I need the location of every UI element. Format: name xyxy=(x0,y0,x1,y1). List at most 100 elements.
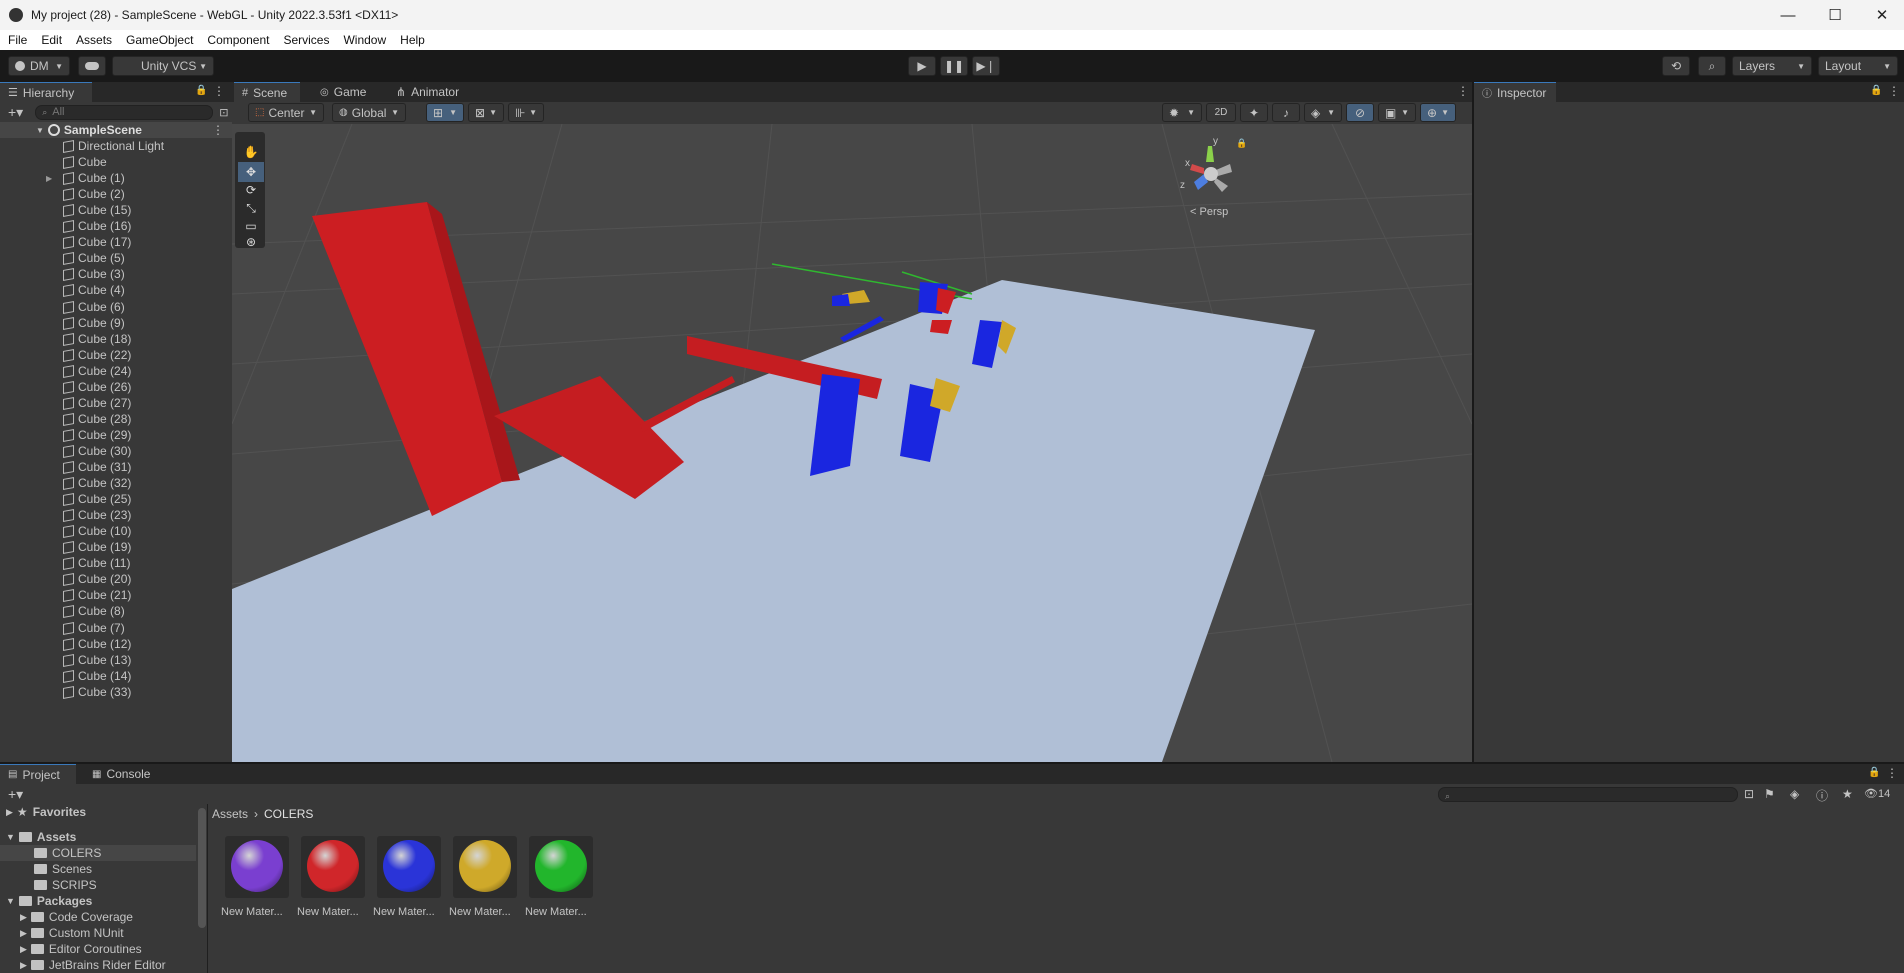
hierarchy-item[interactable]: Directional Light xyxy=(0,138,232,154)
tree-folder-scenes[interactable]: Scenes xyxy=(34,861,92,877)
create-button[interactable]: +▾ xyxy=(8,786,23,803)
hierarchy-item[interactable]: Cube (29) xyxy=(0,427,232,443)
space-dropdown[interactable]: ◍ Global ▼ xyxy=(332,103,406,122)
expand-arrow-icon[interactable]: ▼ xyxy=(6,832,15,842)
tab-game[interactable]: ◎ Game xyxy=(312,82,380,102)
transform-tool-icon[interactable]: ⊛ xyxy=(238,232,264,252)
hierarchy-item[interactable]: Cube (3) xyxy=(0,266,232,282)
undo-history-button[interactable]: ⟲ xyxy=(1662,56,1690,76)
projection-toggle[interactable]: < Persp xyxy=(1190,206,1228,218)
menu-gameobject[interactable]: GameObject xyxy=(118,33,199,47)
tab-hierarchy[interactable]: ☰ Hierarchy xyxy=(0,82,92,102)
step-button[interactable]: ▶❘ xyxy=(972,56,1000,76)
hierarchy-item[interactable]: Cube (2) xyxy=(0,186,232,202)
layers-dropdown[interactable]: Layers ▼ xyxy=(1732,56,1812,76)
gizmos-dropdown[interactable]: ⊕ ▼ xyxy=(1420,103,1456,122)
snap-settings-toggle[interactable]: ⊪ ▼ xyxy=(508,103,544,122)
lock-icon[interactable]: 🔒 xyxy=(1868,767,1880,778)
hierarchy-item[interactable]: Cube (23) xyxy=(0,507,232,523)
hierarchy-item[interactable]: Cube xyxy=(0,154,232,170)
hierarchy-item[interactable]: Cube (17) xyxy=(0,234,232,250)
hierarchy-item[interactable]: Cube (31) xyxy=(0,459,232,475)
menu-help[interactable]: Help xyxy=(392,33,431,47)
hierarchy-search-input[interactable] xyxy=(52,106,193,118)
tree-folder-colers[interactable]: COLERS xyxy=(0,845,196,861)
tree-package-code-coverage[interactable]: ▶ Code Coverage xyxy=(20,909,133,925)
camera-dropdown[interactable]: ▣ ▼ xyxy=(1378,103,1416,122)
hierarchy-item[interactable]: Cube (28) xyxy=(0,411,232,427)
hierarchy-item[interactable]: Cube (16) xyxy=(0,218,232,234)
draw-mode-dropdown[interactable]: ✹ ▼ xyxy=(1162,103,1202,122)
add-button[interactable]: +▾ xyxy=(8,104,23,121)
warning-icon[interactable]: ⓘ xyxy=(1816,787,1828,804)
material-asset[interactable] xyxy=(377,836,441,898)
hierarchy-item[interactable]: Cube (26) xyxy=(0,379,232,395)
material-asset[interactable] xyxy=(301,836,365,898)
panel-menu-icon[interactable]: ⋮ xyxy=(1888,84,1900,98)
expand-arrow-icon[interactable]: ▶ xyxy=(46,174,62,183)
tab-project[interactable]: ▤ Project xyxy=(0,764,76,784)
tab-scene[interactable]: # Scene xyxy=(234,82,300,102)
hierarchy-item[interactable]: Cube (22) xyxy=(0,347,232,363)
scene-viewport[interactable]: ✋ ✥ ⟳ ⤡ ▭ ⊛ y x z 🔒 < Persp xyxy=(232,124,1472,762)
tree-package-rider[interactable]: ▶ JetBrains Rider Editor xyxy=(20,957,166,973)
expand-arrow-icon[interactable]: ▶ xyxy=(20,960,27,971)
hierarchy-item[interactable]: Cube (11) xyxy=(0,555,232,571)
lock-icon[interactable]: 🔒 xyxy=(195,85,207,96)
label-icon[interactable]: ◈ xyxy=(1790,787,1799,801)
hierarchy-item[interactable]: Cube (15) xyxy=(0,202,232,218)
hierarchy-item[interactable]: Cube (25) xyxy=(0,491,232,507)
filter-icon[interactable]: ⚑ xyxy=(1764,787,1775,801)
lighting-toggle[interactable]: ✦ xyxy=(1240,103,1268,122)
hierarchy-item[interactable]: Cube (20) xyxy=(0,571,232,587)
hierarchy-search[interactable]: ⌕ xyxy=(35,104,214,120)
hierarchy-item[interactable]: Cube (13) xyxy=(0,652,232,668)
menu-services[interactable]: Services xyxy=(275,33,335,47)
hierarchy-item[interactable]: Cube (9) xyxy=(0,315,232,331)
move-tool-icon[interactable]: ✥ xyxy=(238,162,264,182)
expand-arrow-icon[interactable]: ▼ xyxy=(36,126,44,135)
minimize-button[interactable]: — xyxy=(1766,0,1810,30)
lock-icon[interactable]: 🔒 xyxy=(1870,85,1882,96)
scene-menu-icon[interactable]: ⋮ xyxy=(212,123,224,137)
tree-assets[interactable]: ▼ Assets xyxy=(6,829,76,845)
audio-toggle[interactable]: ♪ xyxy=(1272,103,1300,122)
hand-tool-icon[interactable]: ✋ xyxy=(238,142,264,162)
material-asset[interactable] xyxy=(453,836,517,898)
hierarchy-item[interactable]: Cube (24) xyxy=(0,363,232,379)
hierarchy-item[interactable]: Cube (33) xyxy=(0,684,232,700)
menu-window[interactable]: Window xyxy=(335,33,392,47)
hierarchy-item[interactable]: Cube (14) xyxy=(0,668,232,684)
breadcrumb-assets[interactable]: Assets xyxy=(212,807,248,821)
breadcrumb-colers[interactable]: COLERS xyxy=(264,807,313,821)
menu-component[interactable]: Component xyxy=(199,33,275,47)
layout-dropdown[interactable]: Layout ▼ xyxy=(1818,56,1898,76)
effects-dropdown[interactable]: ◈ ▼ xyxy=(1304,103,1342,122)
menu-file[interactable]: File xyxy=(0,33,33,47)
snap-increment-toggle[interactable]: ⊠ ▼ xyxy=(468,103,504,122)
maximize-button[interactable]: ☐ xyxy=(1813,0,1857,30)
tree-package-editor-coroutines[interactable]: ▶ Editor Coroutines xyxy=(20,941,142,957)
hierarchy-item[interactable]: Cube (18) xyxy=(0,331,232,347)
scene-root-row[interactable]: ▼ SampleScene ⋮ xyxy=(0,122,232,138)
pause-button[interactable]: ❚❚ xyxy=(940,56,968,76)
hierarchy-item[interactable]: Cube (32) xyxy=(0,475,232,491)
vcs-dropdown[interactable]: Unity VCS ▼ xyxy=(112,56,214,76)
search-by-type-icon[interactable]: ⊡ xyxy=(1744,787,1754,801)
search-button[interactable]: ⌕ xyxy=(1698,56,1726,76)
expand-arrow-icon[interactable]: ▶ xyxy=(20,912,27,923)
hierarchy-item[interactable]: Cube (30) xyxy=(0,443,232,459)
favorite-icon[interactable]: ★ xyxy=(1842,787,1853,801)
hierarchy-item[interactable]: Cube (7) xyxy=(0,620,232,636)
menu-assets[interactable]: Assets xyxy=(68,33,118,47)
rotate-tool-icon[interactable]: ⟳ xyxy=(238,180,264,200)
tree-packages[interactable]: ▼ Packages xyxy=(6,893,92,909)
scene-search-icon[interactable]: ⊡ xyxy=(219,106,228,119)
tab-inspector[interactable]: ⓘ Inspector xyxy=(1474,82,1556,102)
tab-console[interactable]: ▦ Console xyxy=(84,764,164,784)
tab-animator[interactable]: ⋔ Animator xyxy=(388,82,478,102)
panel-menu-icon[interactable]: ⋮ xyxy=(213,84,225,98)
hierarchy-item[interactable]: Cube (21) xyxy=(0,587,232,603)
hierarchy-item[interactable]: Cube (5) xyxy=(0,250,232,266)
hierarchy-item[interactable]: Cube (8) xyxy=(0,603,232,619)
